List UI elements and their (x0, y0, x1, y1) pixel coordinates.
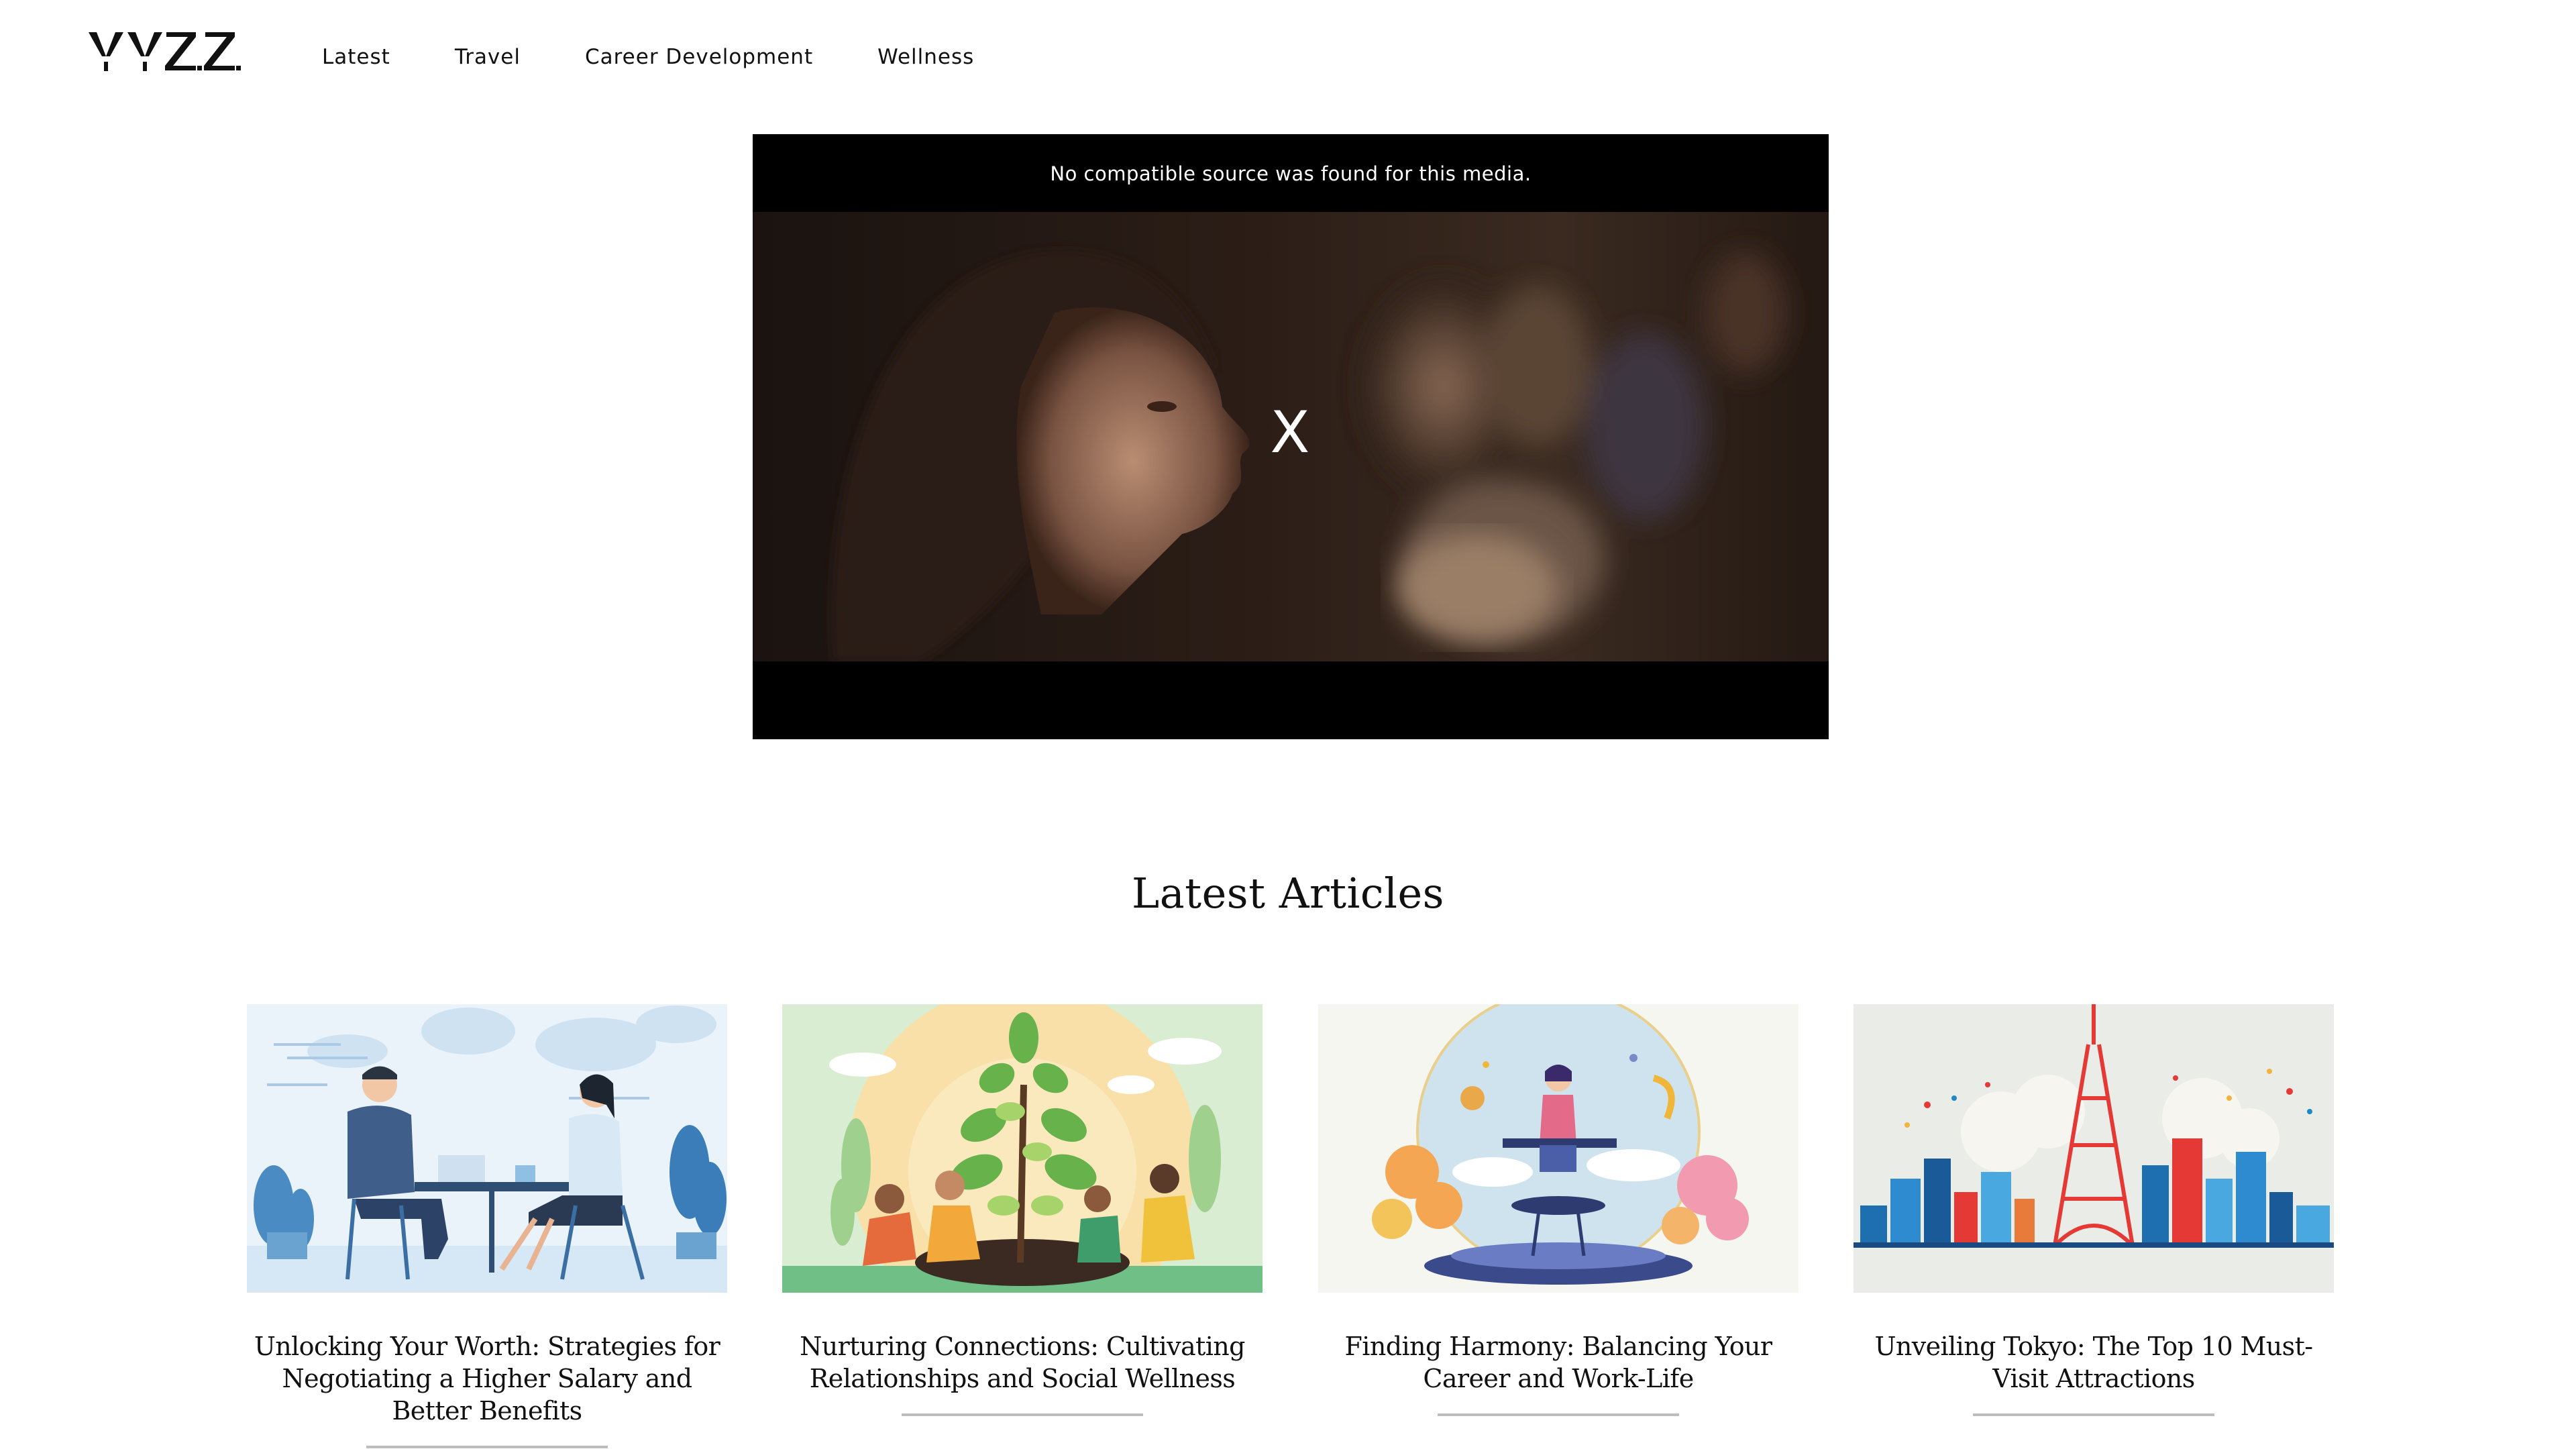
article-thumbnail-harmony[interactable] (1318, 1004, 1799, 1293)
video-close-button[interactable]: X (1270, 402, 1310, 463)
article-divider (1973, 1413, 2214, 1416)
main-nav: Latest Travel Career Development Wellnes… (322, 40, 1038, 74)
article-card[interactable]: Unlocking Your Worth: Strategies for Neg… (247, 1004, 727, 1448)
article-thumbnail-tokyo[interactable] (1854, 1004, 2334, 1293)
yyzz-logo-icon (89, 32, 241, 71)
article-card[interactable]: Unveiling Tokyo: The Top 10 Must-Visit A… (1854, 1004, 2334, 1416)
video-error-message: No compatible source was found for this … (1050, 162, 1532, 185)
nav-wellness[interactable]: Wellness (877, 45, 974, 69)
nav-career-development[interactable]: Career Development (585, 45, 813, 69)
article-title[interactable]: Finding Harmony: Balancing Your Career a… (1318, 1330, 1799, 1395)
article-divider (1438, 1413, 1679, 1416)
site-logo[interactable] (87, 28, 248, 80)
site-header: Latest Travel Career Development Wellnes… (0, 0, 2576, 114)
nav-latest[interactable]: Latest (322, 45, 390, 69)
article-divider (366, 1446, 608, 1448)
article-title[interactable]: Unlocking Your Worth: Strategies for Neg… (247, 1330, 727, 1427)
article-title[interactable]: Nurturing Connections: Cultivating Relat… (782, 1330, 1263, 1395)
article-thumbnail-connections[interactable] (782, 1004, 1263, 1293)
article-thumbnail-negotiation[interactable] (247, 1004, 727, 1293)
article-divider (902, 1413, 1143, 1416)
article-card[interactable]: Finding Harmony: Balancing Your Career a… (1318, 1004, 1799, 1416)
article-title[interactable]: Unveiling Tokyo: The Top 10 Must-Visit A… (1854, 1330, 2334, 1395)
latest-articles-heading: Latest Articles (1132, 869, 1444, 918)
video-player[interactable]: No compatible source was found for this … (753, 134, 1829, 739)
article-card[interactable]: Nurturing Connections: Cultivating Relat… (782, 1004, 1263, 1416)
nav-travel[interactable]: Travel (455, 45, 521, 69)
